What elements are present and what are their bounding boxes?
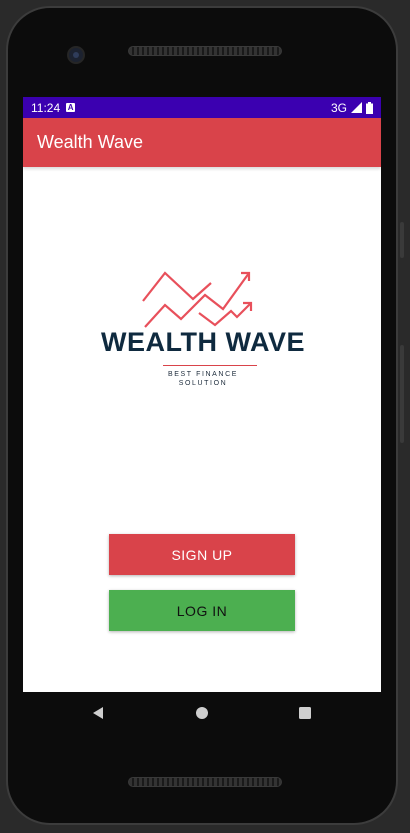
trend-arrows-icon [142, 271, 253, 328]
home-circle-icon[interactable] [193, 704, 211, 722]
logo-tagline: BEST FINANCE SOLUTION [83, 370, 323, 388]
logo-wordmark: WEALTH WAVE [101, 327, 305, 357]
bottom-speaker [128, 777, 282, 787]
status-time: 11:24 [31, 100, 61, 115]
earpiece-speaker [128, 46, 282, 56]
status-bar: 11:24 A 3G [23, 97, 381, 118]
network-type: 3G [330, 100, 347, 115]
logo-divider [163, 365, 257, 366]
battery-icon [366, 101, 373, 114]
recents-square-icon[interactable] [296, 704, 314, 722]
app-screen: 11:24 A 3G Wealth Wave WEALTH WAVE BEST … [23, 97, 381, 692]
navigation-bar [23, 692, 381, 734]
back-triangle-icon[interactable] [89, 704, 107, 722]
sign-up-button[interactable]: SIGN UP [109, 534, 295, 575]
front-camera [67, 46, 85, 64]
a-letter-icon: A [66, 103, 76, 112]
logo-tagline-line2: SOLUTION [178, 380, 228, 387]
volume-up-button[interactable] [400, 222, 404, 258]
wealth-wave-logo: WEALTH WAVE BEST FINANCE SOLUTION [83, 267, 323, 397]
power-button[interactable] [400, 345, 404, 443]
logo-tagline-line1: BEST FINANCE [167, 371, 239, 378]
app-title: Wealth Wave [37, 132, 144, 152]
log-in-button[interactable]: LOG IN [109, 590, 295, 631]
emulator-frame: 11:24 A 3G Wealth Wave WEALTH WAVE BEST … [0, 0, 410, 833]
signal-icon [351, 102, 362, 113]
app-bar: Wealth Wave [23, 118, 381, 167]
